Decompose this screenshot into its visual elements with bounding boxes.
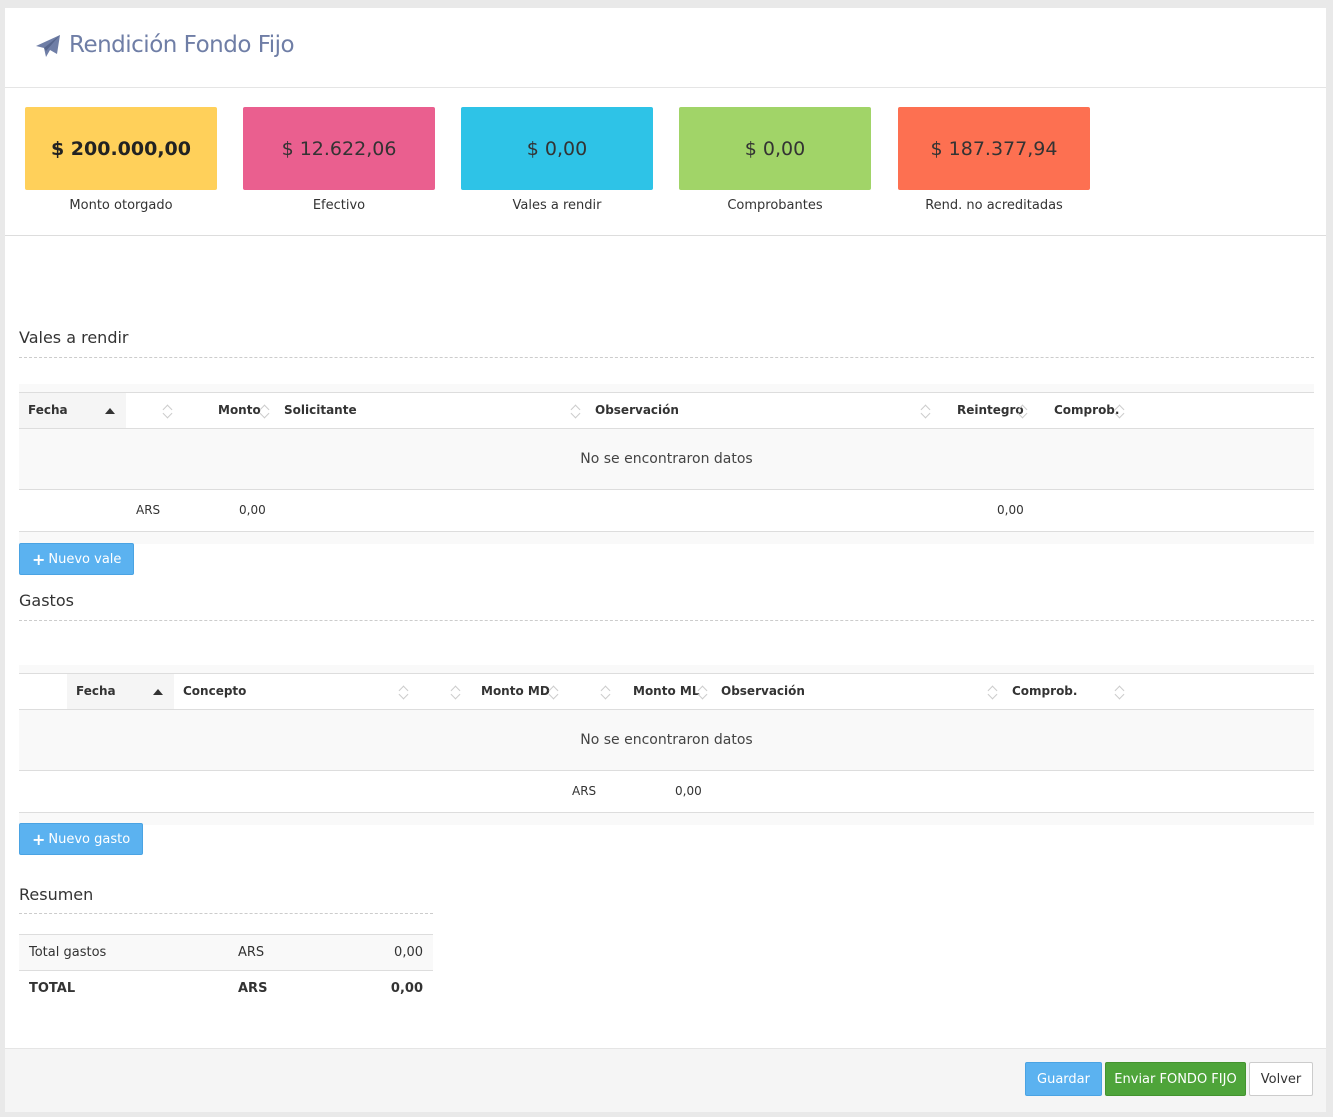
sort-icon[interactable] xyxy=(571,404,581,418)
column-label: Fecha xyxy=(76,684,116,698)
sort-icon[interactable] xyxy=(1115,404,1125,418)
column-comprob[interactable]: Comprob. xyxy=(1045,393,1119,428)
row-label: TOTAL xyxy=(29,981,76,996)
table-header: Fecha Monto Solicitante Observación Rein… xyxy=(19,392,1314,429)
empty-message: No se encontraron datos xyxy=(19,710,1314,771)
stat-label: Monto otorgado xyxy=(69,198,173,213)
stat-value: $ 0,00 xyxy=(679,107,871,190)
page-title: Rendición Fondo Fijo xyxy=(69,32,295,58)
column-label: Reintegro xyxy=(957,403,1024,417)
divider xyxy=(19,357,1314,358)
panel-header: Rendición Fondo Fijo xyxy=(5,8,1326,88)
sort-icon[interactable] xyxy=(260,404,270,418)
paper-plane-icon xyxy=(36,35,60,57)
empty-message: No se encontraron datos xyxy=(19,429,1314,490)
stat-value: $ 12.622,06 xyxy=(243,107,435,190)
stat-monto-otorgado: $ 200.000,00 Monto otorgado xyxy=(25,107,217,213)
plus-icon: + xyxy=(32,829,46,849)
footer-currency: ARS xyxy=(136,503,161,517)
stat-value: $ 200.000,00 xyxy=(25,107,217,190)
button-label: Nuevo vale xyxy=(48,551,122,567)
column-label: Monto ML xyxy=(633,684,700,698)
column-fecha[interactable]: Fecha xyxy=(67,674,174,709)
button-label: Nuevo gasto xyxy=(48,831,131,847)
stat-label: Efectivo xyxy=(312,198,366,213)
sort-icon[interactable] xyxy=(163,404,173,418)
column-label: Comprob. xyxy=(1012,684,1078,698)
resumen-total-row: TOTAL ARS 0,00 xyxy=(19,970,433,1006)
footer-reintegro: 0,00 xyxy=(997,503,1024,517)
plus-icon: + xyxy=(32,549,46,569)
column-observacion[interactable]: Observación xyxy=(712,674,805,709)
table-header: Fecha Concepto Monto MD Monto ML Observa… xyxy=(19,673,1314,710)
nuevo-vale-button[interactable]: + Nuevo vale xyxy=(19,543,135,575)
column-label: Observación xyxy=(721,684,805,698)
sort-icon[interactable] xyxy=(698,685,708,699)
column-monto-md[interactable]: Monto MD xyxy=(472,674,550,709)
volver-button[interactable]: Volver xyxy=(1249,1062,1313,1096)
panel-footer: Guardar Enviar FONDO FIJO Volver xyxy=(5,1048,1326,1112)
stat-label: Comprobantes xyxy=(727,198,823,213)
column-comprob[interactable]: Comprob. xyxy=(1003,674,1077,709)
row-currency: ARS xyxy=(238,945,265,960)
column-fecha[interactable]: Fecha xyxy=(19,393,126,428)
column-label: Comprob. xyxy=(1054,403,1120,417)
column-monto[interactable]: Monto xyxy=(209,393,261,428)
sort-icon[interactable] xyxy=(988,685,998,699)
stat-efectivo: $ 12.622,06 Efectivo xyxy=(243,107,435,213)
row-label: Total gastos xyxy=(29,945,107,960)
row-currency: ARS xyxy=(238,981,268,996)
column-label: Concepto xyxy=(183,684,247,698)
column-monto-ml[interactable]: Monto ML xyxy=(624,674,699,709)
sort-asc-icon xyxy=(105,408,115,414)
vales-section-title: Vales a rendir xyxy=(19,328,129,347)
vales-table: Fecha Monto Solicitante Observación Rein… xyxy=(19,384,1314,544)
column-label: Monto xyxy=(218,403,261,417)
column-label: Monto MD xyxy=(481,684,550,698)
gastos-table: Fecha Concepto Monto MD Monto ML Observa… xyxy=(19,665,1314,825)
column-label: Observación xyxy=(595,403,679,417)
stat-value: $ 0,00 xyxy=(461,107,653,190)
table-footer: ARS 0,00 0,00 xyxy=(19,490,1314,532)
row-value: 0,00 xyxy=(394,945,423,960)
stat-label: Rend. no acreditadas xyxy=(925,198,1063,213)
stat-value: $ 187.377,94 xyxy=(898,107,1090,190)
divider xyxy=(19,913,433,914)
column-observacion[interactable]: Observación xyxy=(586,393,679,428)
stat-vales-a-rendir: $ 0,00 Vales a rendir xyxy=(461,107,653,213)
stat-label: Vales a rendir xyxy=(512,198,602,213)
stat-rend-no-acreditadas: $ 187.377,94 Rend. no acreditadas xyxy=(898,107,1090,213)
sort-icon[interactable] xyxy=(1115,685,1125,699)
guardar-button[interactable]: Guardar xyxy=(1025,1062,1102,1096)
resumen-section-title: Resumen xyxy=(19,885,94,904)
resumen-row: Total gastos ARS 0,00 xyxy=(19,934,433,970)
column-label: Solicitante xyxy=(284,403,357,417)
sort-icon[interactable] xyxy=(451,685,461,699)
divider xyxy=(19,620,1314,621)
enviar-fondo-fijo-button[interactable]: Enviar FONDO FIJO xyxy=(1105,1062,1246,1096)
column-reintegro[interactable]: Reintegro xyxy=(948,393,1024,428)
sort-icon[interactable] xyxy=(601,685,611,699)
sort-icon[interactable] xyxy=(549,685,559,699)
stats-bar: $ 200.000,00 Monto otorgado $ 12.622,06 … xyxy=(5,88,1326,236)
column-concepto[interactable]: Concepto xyxy=(174,674,246,709)
sort-icon[interactable] xyxy=(921,404,931,418)
footer-monto: 0,00 xyxy=(675,784,702,798)
row-value: 0,00 xyxy=(390,981,423,996)
sort-asc-icon xyxy=(153,689,163,695)
stat-comprobantes: $ 0,00 Comprobantes xyxy=(679,107,871,213)
table-footer: ARS 0,00 xyxy=(19,771,1314,813)
main-panel: Rendición Fondo Fijo $ 200.000,00 Monto … xyxy=(5,8,1326,1112)
gastos-section-title: Gastos xyxy=(19,591,74,610)
column-solicitante[interactable]: Solicitante xyxy=(275,393,357,428)
column-label: Fecha xyxy=(28,403,68,417)
footer-currency: ARS xyxy=(572,784,597,798)
sort-icon[interactable] xyxy=(399,685,409,699)
nuevo-gasto-button[interactable]: + Nuevo gasto xyxy=(19,823,144,855)
footer-monto: 0,00 xyxy=(239,503,266,517)
sort-icon[interactable] xyxy=(1018,404,1028,418)
